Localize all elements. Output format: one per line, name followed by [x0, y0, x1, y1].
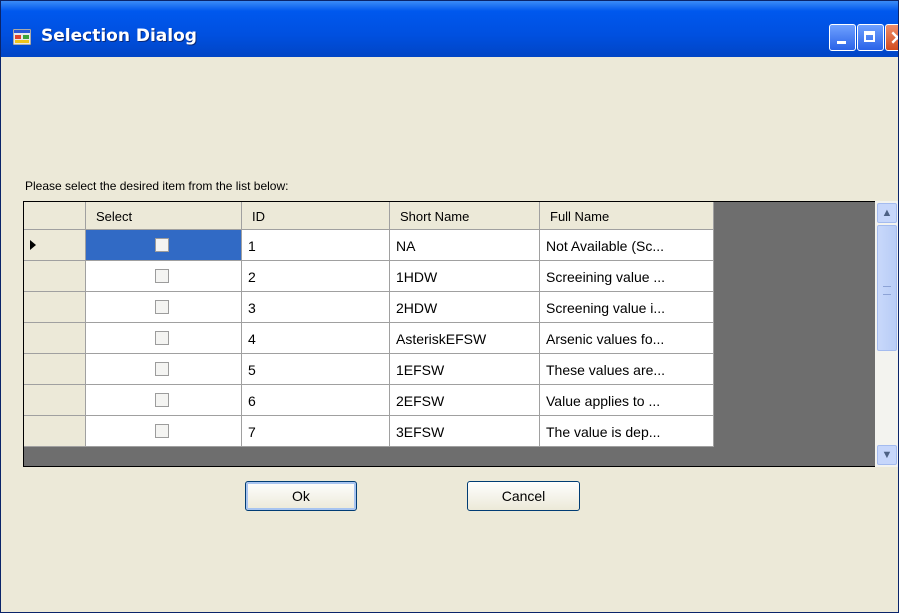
close-icon: ×: [889, 25, 898, 49]
short-name-cell[interactable]: 3EFSW: [390, 416, 540, 447]
id-cell[interactable]: 6: [242, 385, 390, 416]
row-header[interactable]: [24, 354, 86, 385]
chevron-up-icon: ▲: [881, 207, 893, 219]
table-row[interactable]: 2 1HDW Screeining value ...: [24, 261, 714, 292]
minimize-button[interactable]: [829, 24, 856, 51]
full-name-cell[interactable]: Screeining value ...: [540, 261, 714, 292]
short-name-cell[interactable]: 2HDW: [390, 292, 540, 323]
scroll-thumb[interactable]: [877, 225, 897, 351]
row-header[interactable]: [24, 385, 86, 416]
ok-button[interactable]: Ok: [245, 481, 357, 511]
row-header[interactable]: [24, 261, 86, 292]
select-checkbox[interactable]: [155, 393, 169, 407]
vertical-scrollbar[interactable]: ▲ ▼: [875, 201, 898, 467]
full-name-cell[interactable]: Screening value i...: [540, 292, 714, 323]
table-row[interactable]: 3 2HDW Screening value i...: [24, 292, 714, 323]
close-button[interactable]: ×: [885, 24, 898, 51]
scroll-down-button[interactable]: ▼: [877, 445, 897, 465]
grip-icon: [883, 286, 891, 295]
table-row[interactable]: 7 3EFSW The value is dep...: [24, 416, 714, 447]
table-row[interactable]: 4 AsteriskEFSW Arsenic values fo...: [24, 323, 714, 354]
column-header-short-name[interactable]: Short Name: [390, 202, 540, 230]
short-name-cell[interactable]: AsteriskEFSW: [390, 323, 540, 354]
application-icon: [13, 29, 31, 45]
select-checkbox[interactable]: [155, 300, 169, 314]
row-header[interactable]: [24, 230, 86, 261]
table-row[interactable]: 1 NA Not Available (Sc...: [24, 230, 714, 261]
column-header-id[interactable]: ID: [242, 202, 390, 230]
full-name-cell[interactable]: These values are...: [540, 354, 714, 385]
window-title: Selection Dialog: [41, 26, 197, 46]
row-header-corner: [24, 202, 86, 230]
short-name-cell[interactable]: 2EFSW: [390, 385, 540, 416]
maximize-icon: [864, 31, 875, 42]
current-row-arrow-icon: [30, 240, 36, 250]
select-checkbox[interactable]: [155, 424, 169, 438]
select-cell[interactable]: [86, 354, 242, 385]
selection-grid: Select ID Short Name Full Name 1 NA Not …: [23, 201, 879, 467]
id-cell[interactable]: 2: [242, 261, 390, 292]
scroll-up-button[interactable]: ▲: [877, 203, 897, 223]
short-name-cell[interactable]: 1EFSW: [390, 354, 540, 385]
select-checkbox[interactable]: [155, 269, 169, 283]
select-checkbox[interactable]: [155, 238, 169, 252]
full-name-cell[interactable]: Value applies to ...: [540, 385, 714, 416]
selection-dialog-window: Selection Dialog × Please select the des…: [0, 0, 899, 613]
short-name-cell[interactable]: NA: [390, 230, 540, 261]
id-cell[interactable]: 3: [242, 292, 390, 323]
full-name-cell[interactable]: Arsenic values fo...: [540, 323, 714, 354]
id-cell[interactable]: 4: [242, 323, 390, 354]
table-row[interactable]: 6 2EFSW Value applies to ...: [24, 385, 714, 416]
short-name-cell[interactable]: 1HDW: [390, 261, 540, 292]
select-cell[interactable]: [86, 416, 242, 447]
select-cell[interactable]: [86, 292, 242, 323]
column-header-select[interactable]: Select: [86, 202, 242, 230]
select-cell[interactable]: [86, 385, 242, 416]
select-cell[interactable]: [86, 230, 242, 261]
minimize-icon: [837, 41, 846, 44]
instruction-label: Please select the desired item from the …: [25, 179, 289, 193]
select-cell[interactable]: [86, 261, 242, 292]
id-cell[interactable]: 1: [242, 230, 390, 261]
id-cell[interactable]: 7: [242, 416, 390, 447]
row-header[interactable]: [24, 416, 86, 447]
column-header-full-name[interactable]: Full Name: [540, 202, 714, 230]
chevron-down-icon: ▼: [881, 449, 893, 461]
maximize-button[interactable]: [857, 24, 884, 51]
full-name-cell[interactable]: Not Available (Sc...: [540, 230, 714, 261]
cancel-button[interactable]: Cancel: [467, 481, 580, 511]
row-header[interactable]: [24, 323, 86, 354]
id-cell[interactable]: 5: [242, 354, 390, 385]
full-name-cell[interactable]: The value is dep...: [540, 416, 714, 447]
select-checkbox[interactable]: [155, 331, 169, 345]
title-bar[interactable]: Selection Dialog ×: [1, 1, 898, 57]
select-cell[interactable]: [86, 323, 242, 354]
select-checkbox[interactable]: [155, 362, 169, 376]
row-header[interactable]: [24, 292, 86, 323]
table-row[interactable]: 5 1EFSW These values are...: [24, 354, 714, 385]
